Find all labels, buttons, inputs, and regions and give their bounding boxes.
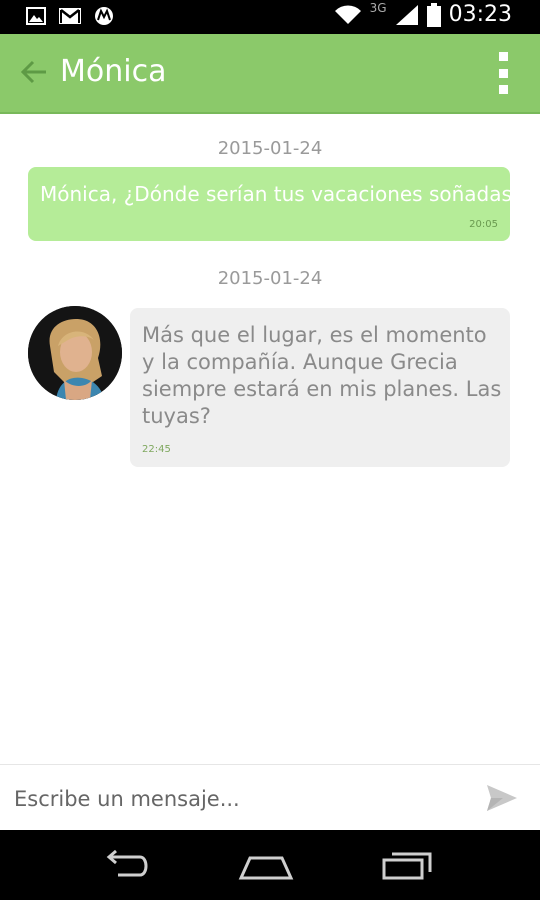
message-text: Mónica, ¿Dónde serían tus vacaciones soñ… [40,182,523,206]
motorola-icon [95,7,113,25]
system-nav-bar [0,830,540,900]
recents-icon[interactable] [380,848,436,882]
app-bar: Mónica [0,34,540,114]
contact-name-title: Mónica [60,54,167,89]
gmail-icon [59,8,81,24]
back-arrow-icon[interactable] [20,58,48,86]
image-notification-icon [26,7,46,25]
incoming-message-bubble[interactable]: Más que el lugar, es el momento y la com… [130,308,510,467]
message-input[interactable] [14,783,464,815]
chat-area[interactable]: 2015-01-24 Mónica, ¿Dónde serían tus vac… [0,114,540,764]
message-time: 22:45 [142,444,171,455]
clock: 03:23 [448,2,512,27]
avatar-photo [28,306,122,400]
compose-bar [0,764,540,830]
network-type-label: 3G [369,0,387,15]
battery-icon [426,2,441,27]
outgoing-message-bubble[interactable]: Mónica, ¿Dónde serían tus vacaciones soñ… [28,167,523,241]
date-separator: 2015-01-24 [217,268,323,289]
date-separator: 2015-01-24 [217,138,323,159]
home-icon[interactable] [238,848,294,882]
wifi-icon [334,4,361,24]
status-bar: 3G 03:23 [0,0,540,34]
contact-avatar[interactable] [28,306,122,400]
overflow-menu-icon[interactable] [496,52,510,94]
signal-icon [395,4,418,25]
back-icon[interactable] [96,848,152,882]
send-icon[interactable] [486,783,518,813]
message-text: Más que el lugar, es el momento y la com… [142,323,502,428]
message-time: 20:05 [469,219,498,230]
